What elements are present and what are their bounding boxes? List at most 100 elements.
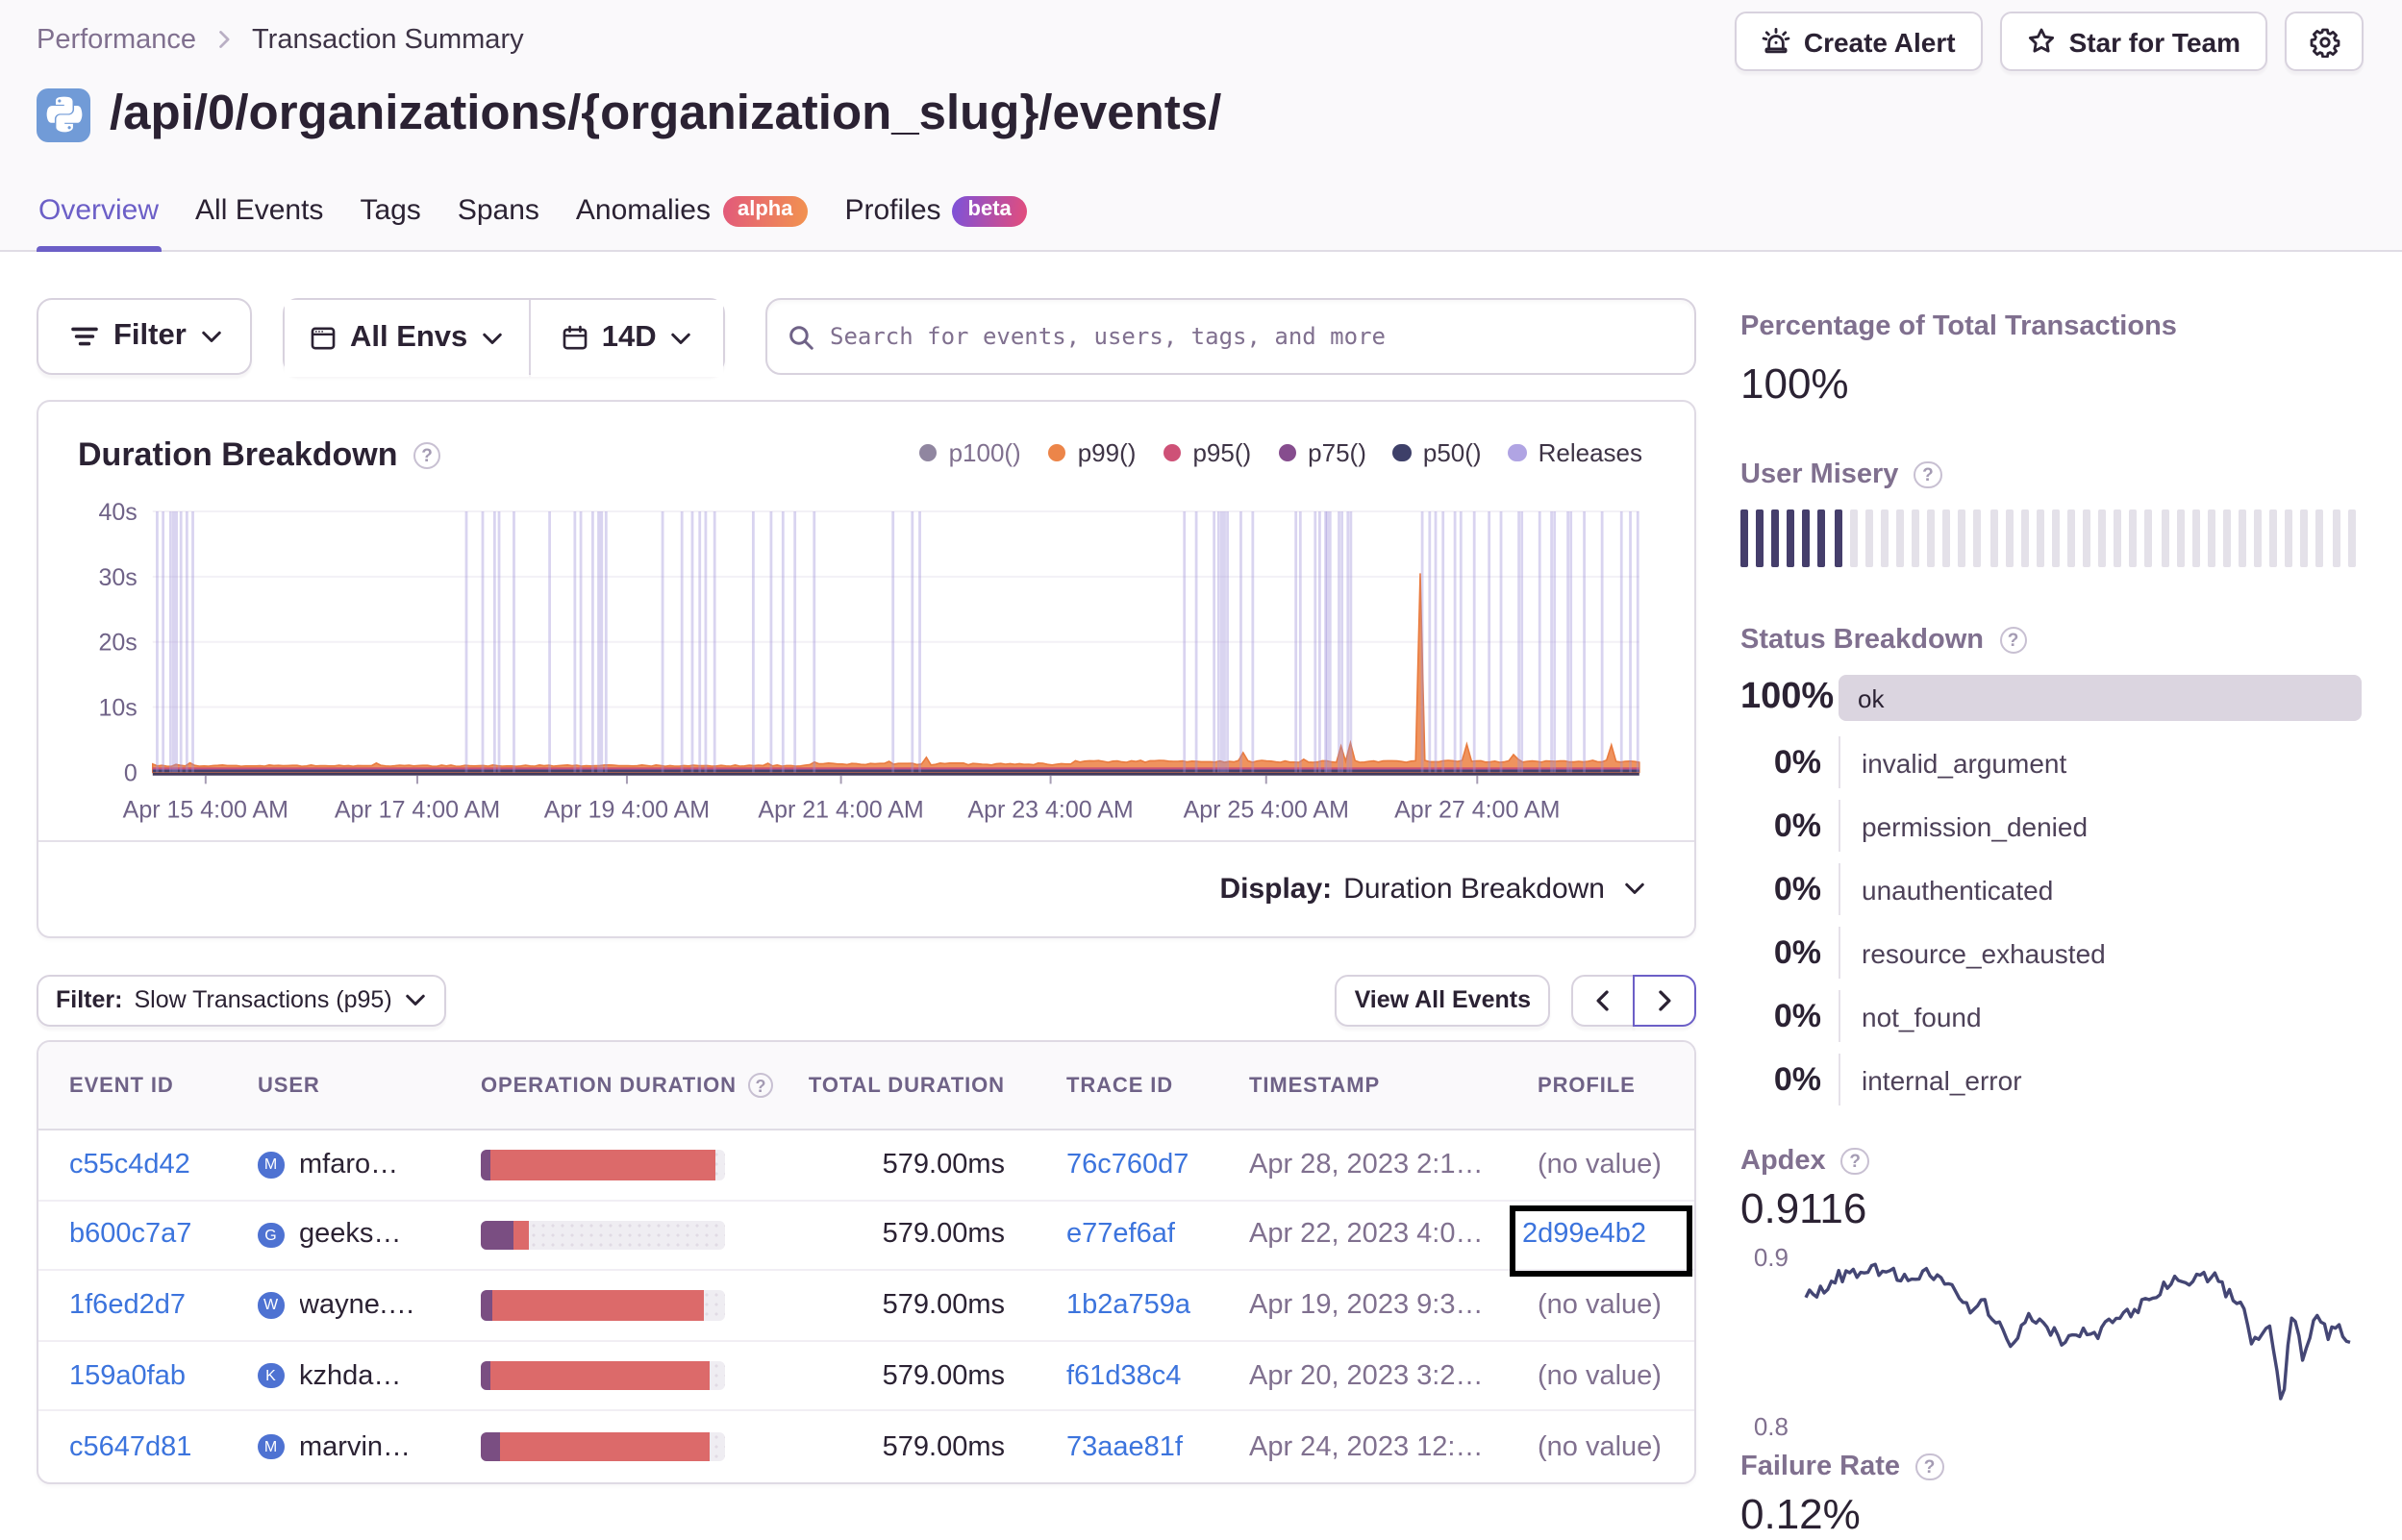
event-id-link[interactable]: b600c7a7 (69, 1220, 191, 1251)
pct-transactions-heading: Percentage of Total Transactions (1740, 311, 2177, 342)
legend-item-p75[interactable]: p75() (1278, 438, 1366, 467)
status-label: internal_error (1839, 1054, 2362, 1106)
date-range-selector[interactable]: 14D (531, 300, 723, 377)
legend-item-p50[interactable]: p50() (1392, 438, 1482, 467)
profile-link[interactable]: 2d99e4b2 (1522, 1220, 1646, 1251)
tab-all-events[interactable]: All Events (193, 194, 325, 252)
tab-label: Tags (360, 194, 421, 227)
tabs-nav: Overview All Events Tags Spans Anomalies alph… (37, 194, 1029, 252)
column-header-event-id[interactable]: EVENT ID (69, 1074, 258, 1097)
filter-button[interactable]: Filter (37, 298, 252, 375)
tab-profiles[interactable]: Profiles beta (842, 194, 1028, 252)
chevron-down-icon (404, 989, 427, 1012)
search-icon (786, 322, 814, 351)
display-value[interactable]: Duration Breakdown (1343, 873, 1605, 906)
column-header-label: PROFILE (1538, 1074, 1636, 1097)
toolbar-right: View All Events (1335, 975, 1695, 1026)
svg-text:20s: 20s (98, 630, 137, 657)
trace-id-link[interactable]: 76c760d7 (1066, 1150, 1188, 1180)
event-id-link[interactable]: 159a0fab (69, 1360, 186, 1391)
profile-cell: (no value) (1538, 1150, 1663, 1180)
event-id-link[interactable]: c5647d81 (69, 1431, 191, 1462)
table-row: b600c7a7 Ggeeks… 579.00ms e77ef6af Apr 22, 2… (38, 1201, 1693, 1272)
next-page-button[interactable] (1632, 975, 1695, 1026)
event-id-link[interactable]: c55c4d42 (69, 1150, 190, 1180)
misery-bar (2083, 509, 2091, 567)
apdex-help-icon[interactable]: ? (1840, 1147, 1869, 1176)
operation-duration-cell (481, 1431, 813, 1462)
legend-label: p50() (1422, 438, 1482, 467)
events-toolbar: Filter: Slow Transactions (p95) View All… (37, 975, 1695, 1026)
failure-rate-help-icon[interactable]: ? (1915, 1453, 1943, 1481)
status-row-ok: 100% ok (1740, 675, 2362, 722)
trace-id-link[interactable]: 1b2a759a (1066, 1290, 1190, 1321)
settings-button[interactable] (2285, 12, 2364, 71)
trace-id-cell: f61d38c4 (1028, 1360, 1249, 1391)
chevron-down-icon (481, 327, 504, 350)
column-header-total-duration[interactable]: TOTAL DURATION (809, 1074, 1028, 1097)
tab-anomalies[interactable]: Anomalies alpha (574, 194, 811, 252)
misery-bar (2098, 509, 2107, 567)
trace-id-link[interactable]: e77ef6af (1066, 1220, 1175, 1251)
operation-duration-bar[interactable] (481, 1360, 725, 1391)
trace-id-cell: 76c760d7 (1028, 1150, 1249, 1180)
apdex-chart: 0.9 0.8 (1754, 1243, 2351, 1441)
column-header-user[interactable]: USER (258, 1074, 481, 1097)
trace-id-cell: 1b2a759a (1028, 1290, 1249, 1321)
breadcrumb-performance[interactable]: Performance (37, 24, 196, 55)
chevron-right-icon (1651, 988, 1676, 1013)
search-input[interactable] (830, 323, 1674, 350)
legend-item-p100[interactable]: p100() (918, 438, 1021, 467)
op-duration-segment-red (489, 1150, 715, 1180)
column-header-trace-id[interactable]: TRACE ID (1028, 1074, 1249, 1097)
slow-transactions-filter-button[interactable]: Filter: Slow Transactions (p95) (37, 975, 446, 1026)
status-ok-bar[interactable]: ok (1839, 675, 2362, 722)
status-breakdown-help-icon[interactable]: ? (1999, 626, 2027, 655)
status-row-internal_error: 0% internal_error (1740, 1049, 2362, 1112)
page-title: /api/0/organizations/{organization_slug}… (110, 87, 1222, 140)
total-duration-cell: 579.00ms (882, 1149, 1005, 1180)
total-duration-cell: 579.00ms (882, 1360, 1005, 1392)
user-misery-help-icon[interactable]: ? (1914, 460, 1942, 489)
user-avatar: M (258, 1152, 284, 1179)
operation-duration-bar[interactable] (481, 1220, 725, 1251)
user-avatar: W (258, 1292, 284, 1319)
misery-bar (2191, 509, 2200, 567)
legend-dot (1278, 443, 1297, 462)
operation-duration-bar[interactable] (481, 1431, 725, 1462)
create-alert-button[interactable]: Create Alert (1734, 12, 1983, 71)
user-cell: Wwayne.… (258, 1290, 481, 1321)
star-for-team-button[interactable]: Star for Team (1999, 12, 2267, 71)
view-all-events-button[interactable]: View All Events (1335, 975, 1550, 1026)
timestamp-cell: Apr 20, 2023 3:2… (1249, 1360, 1484, 1392)
previous-page-button[interactable] (1570, 975, 1634, 1026)
tab-spans[interactable]: Spans (456, 194, 541, 252)
column-header-timestamp[interactable]: TIMESTAMP (1249, 1074, 1538, 1097)
tab-label: Spans (457, 194, 539, 227)
operation-duration-help-icon[interactable]: ? (747, 1072, 774, 1099)
legend-item-Releases[interactable]: Releases (1508, 438, 1642, 467)
status-percent: 0% (1773, 870, 1821, 907)
pct-transactions-value: 100% (1740, 360, 1849, 408)
misery-bar (1927, 509, 1936, 567)
duration-breakdown-help-icon[interactable]: ? (413, 441, 441, 470)
environment-selector[interactable]: All Envs (285, 300, 530, 377)
operation-duration-bar[interactable] (481, 1150, 725, 1180)
legend-item-p95[interactable]: p95() (1163, 438, 1251, 467)
operation-duration-bar[interactable] (481, 1290, 725, 1321)
trace-id-link[interactable]: 73aae81f (1066, 1431, 1183, 1462)
star-for-team-label: Star for Team (2068, 26, 2240, 57)
column-header-operation-duration[interactable]: OPERATION DURATION? (481, 1072, 813, 1099)
trace-id-link[interactable]: f61d38c4 (1066, 1360, 1181, 1391)
event-id-link[interactable]: 1f6ed2d7 (69, 1290, 186, 1321)
tab-overview[interactable]: Overview (37, 194, 161, 252)
chevron-down-icon[interactable] (1622, 878, 1645, 901)
column-header-profile[interactable]: PROFILE (1538, 1074, 1663, 1097)
tab-tags[interactable]: Tags (358, 194, 422, 252)
svg-text:0: 0 (124, 759, 138, 786)
status-row-resource_exhausted: 0% resource_exhausted (1740, 922, 2362, 985)
pct-transactions-section: Percentage of Total Transactions 100% (1740, 311, 2362, 410)
legend-item-p99[interactable]: p99() (1047, 438, 1136, 467)
status-row-invalid_argument: 0% invalid_argument (1740, 732, 2362, 795)
profile-cell: (no value) (1538, 1431, 1663, 1462)
